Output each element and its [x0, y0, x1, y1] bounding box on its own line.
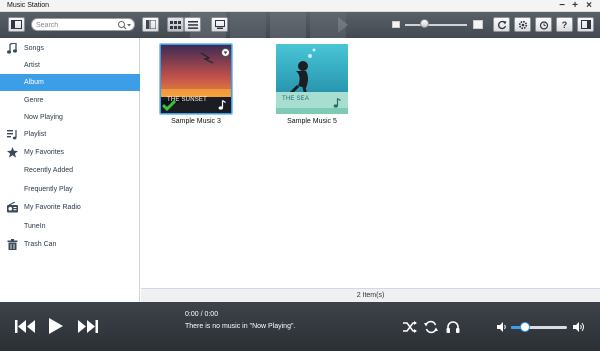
sidebar-item-my-favorites[interactable]: My Favorites	[0, 144, 140, 161]
sidebar-item-label: Album	[24, 79, 44, 86]
sidebar-item-label: TuneIn	[24, 223, 46, 230]
album-menu-button[interactable]	[221, 48, 230, 57]
zoom-slider-handle[interactable]	[420, 19, 429, 28]
sidebar: Songs Artist Album Genre Now Playing Pla…	[0, 38, 140, 302]
sidebar-item-recently-added[interactable]: Recently Added	[0, 162, 140, 179]
sidebar-item-label: My Favorites	[24, 149, 65, 156]
sidebar-item-album[interactable]: Album	[0, 74, 140, 91]
list-view-icon	[145, 20, 156, 29]
sidebar-item-label: Now Playing	[24, 114, 63, 121]
album-title[interactable]: Sample Music 5	[262, 118, 362, 125]
sidebar-item-label: Trash Can	[24, 241, 57, 248]
volume-low-icon[interactable]	[497, 322, 507, 332]
cover-flow-button[interactable]	[211, 17, 228, 32]
shuffle-icon[interactable]	[403, 321, 417, 333]
search-input[interactable]	[36, 20, 116, 30]
sidebar-item-label: Artist	[24, 62, 40, 69]
chevron-down-icon	[223, 51, 228, 54]
maximize-icon[interactable]: +	[569, 0, 581, 12]
now-playing-message: There is no music in "Now Playing".	[185, 323, 296, 330]
sidebar-item-label: My Favorite Radio	[24, 204, 81, 211]
gear-icon	[518, 20, 527, 29]
search-box[interactable]	[31, 18, 135, 31]
sidebar-item-tunein[interactable]: TuneIn	[0, 218, 140, 235]
music-note-icon	[7, 43, 17, 54]
help-button[interactable]: ?	[556, 17, 573, 32]
album-grid: THE SUNSET Sample Music 3 THE SEA Sample…	[141, 38, 600, 288]
sidebar-item-label: Playlist	[24, 131, 47, 138]
more-button[interactable]	[577, 17, 594, 32]
title-bar: Music Station − + ×	[0, 0, 600, 12]
radio-icon	[7, 202, 18, 213]
play-icon[interactable]	[49, 318, 63, 334]
sidebar-item-label: Songs	[24, 45, 44, 52]
detail-view-button[interactable]	[184, 17, 201, 32]
sidebar-item-my-favorite-radio[interactable]: My Favorite Radio	[0, 199, 140, 216]
settings-button[interactable]	[514, 17, 531, 32]
zoom-slider-track[interactable]	[405, 24, 467, 26]
player-bar: 0:00 / 0:00 There is no music in "Now Pl…	[0, 302, 600, 351]
album-art-label: THE SEA	[282, 96, 310, 102]
cover-flow-icon	[214, 20, 225, 29]
checkmark-icon	[162, 99, 176, 111]
search-icon[interactable]	[117, 20, 131, 30]
window-title: Music Station	[7, 2, 50, 9]
volume-high-icon[interactable]	[573, 321, 586, 333]
headphones-icon[interactable]	[446, 320, 460, 334]
playback-time: 0:00 / 0:00	[185, 311, 219, 318]
sidebar-item-now-playing[interactable]: Now Playing	[0, 109, 140, 126]
previous-track-icon[interactable]	[15, 320, 35, 333]
sidebar-item-genre[interactable]: Genre	[0, 92, 140, 109]
playlist-icon	[7, 130, 17, 140]
sidebar-item-label: Frequently Play	[24, 186, 73, 193]
sidebar-item-artist[interactable]: Artist	[0, 57, 140, 74]
trash-icon	[7, 239, 18, 250]
status-bar: 2 Item(s)	[141, 288, 600, 302]
minimize-icon[interactable]: −	[556, 0, 568, 12]
zoom-out-icon[interactable]	[392, 21, 400, 28]
music-note-icon	[333, 98, 341, 108]
alarm-clock-icon	[539, 20, 548, 30]
item-count: 2 Item(s)	[356, 292, 385, 299]
zoom-in-icon[interactable]	[473, 20, 483, 29]
repeat-icon[interactable]	[424, 320, 438, 334]
refresh-icon	[497, 20, 506, 29]
sidebar-item-frequently-play[interactable]: Frequently Play	[0, 181, 140, 198]
sidebar-item-playlist[interactable]: Playlist	[0, 126, 140, 143]
grid-view-button[interactable]	[167, 17, 184, 32]
album-art[interactable]: THE SEA	[276, 44, 348, 114]
next-track-icon[interactable]	[78, 320, 98, 333]
refresh-button[interactable]	[493, 17, 510, 32]
panel-icon	[11, 20, 22, 29]
album-title[interactable]: Sample Music 3	[146, 118, 246, 125]
help-icon: ?	[561, 19, 568, 30]
volume-slider-handle[interactable]	[520, 322, 530, 332]
sidebar-toggle-button[interactable]	[8, 17, 25, 32]
list-view-button[interactable]	[142, 17, 159, 32]
sidebar-item-songs[interactable]: Songs	[0, 40, 140, 57]
panel-right-icon	[580, 20, 591, 29]
sidebar-item-trash-can[interactable]: Trash Can	[0, 236, 140, 253]
detail-list-icon	[187, 20, 198, 29]
star-icon	[7, 147, 18, 158]
grid-view-icon	[170, 20, 181, 29]
sidebar-item-label: Genre	[24, 97, 44, 104]
toolbar: ?	[0, 12, 600, 38]
music-note-icon	[218, 100, 226, 110]
sidebar-item-label: Recently Added	[24, 167, 74, 174]
close-icon[interactable]: ×	[583, 0, 595, 12]
alarm-button[interactable]	[535, 17, 552, 32]
album-art[interactable]: THE SUNSET	[160, 44, 232, 114]
